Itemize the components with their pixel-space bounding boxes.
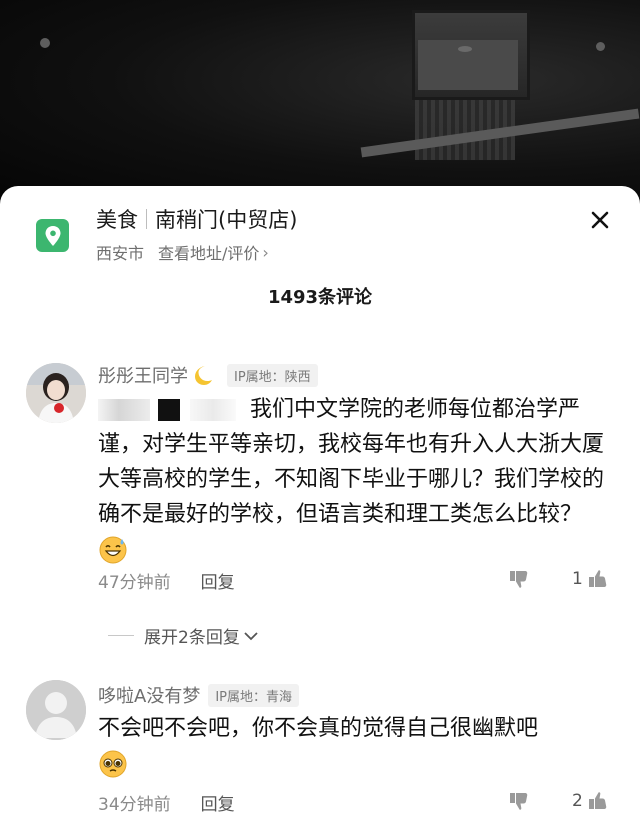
close-button[interactable] [586, 206, 614, 234]
like-count: 2 [572, 791, 583, 811]
chevron-right-icon: › [262, 242, 269, 262]
background-light [458, 46, 472, 52]
comments-panel: 美食 南稍门(中贸店) 西安市 查看地址/评价 › 1493条评论 彤彤王同学 … [0, 186, 640, 838]
redacted-block [158, 399, 180, 421]
store-name: 南稍门(中贸店) [155, 208, 298, 232]
like-button[interactable]: 2 [572, 790, 609, 812]
ip-location-badge: IP属地：陕西 [227, 363, 318, 387]
view-address-link[interactable]: 查看地址/评价 [158, 240, 259, 264]
like-count: 1 [572, 569, 583, 589]
comment-count: 1493条评论 [267, 287, 373, 308]
background-light [596, 42, 605, 51]
moon-icon [195, 366, 212, 385]
comment-header: 哆啦A没有梦 IP属地：青海 [98, 682, 300, 708]
comment-time: 34分钟前 [98, 794, 171, 815]
pleading-emoji-icon [99, 750, 127, 778]
username[interactable]: 彤彤王同学 [98, 362, 188, 388]
store-title[interactable]: 美食 南稍门(中贸店) [96, 203, 297, 235]
avatar[interactable] [26, 680, 86, 740]
video-background [0, 0, 640, 200]
expand-divider-line [108, 635, 134, 636]
chevron-down-icon [244, 631, 258, 640]
like-button[interactable]: 1 [572, 568, 609, 590]
expand-replies-label: 展开2条回复 [144, 628, 240, 648]
thumbs-down-icon[interactable] [508, 790, 530, 812]
close-icon [591, 211, 609, 229]
store-subtitle: 西安市 查看地址/评价 › [96, 240, 269, 264]
reply-button[interactable]: 回复 [201, 790, 235, 815]
thumbs-down-icon[interactable] [508, 568, 530, 590]
comment-time: 47分钟前 [98, 572, 171, 593]
blurred-mention [98, 399, 150, 421]
sweat-smile-emoji-icon [99, 536, 127, 564]
ip-location-badge: IP属地：青海 [208, 683, 300, 707]
background-light [40, 38, 50, 48]
thumbs-up-icon [588, 792, 607, 809]
title-divider [146, 209, 147, 229]
thumbs-up-icon [588, 570, 607, 587]
comment-text: 不会吧不会吧，你不会真的觉得自己很幽默吧 [98, 711, 608, 781]
location-pin-icon[interactable] [36, 219, 69, 252]
comment-header: 彤彤王同学 IP属地：陕西 [98, 362, 318, 388]
comment-text: 我们中文学院的老师每位都治学严谨，对学生平等亲切，我校每年也有升入人大浙大厦大等… [98, 392, 608, 567]
store-category: 美食 [96, 208, 138, 232]
blurred-mention [190, 399, 236, 421]
expand-replies-button[interactable]: 展开2条回复 [108, 623, 259, 648]
comment-meta: 47分钟前 回复 1 [98, 566, 618, 594]
username[interactable]: 哆啦A没有梦 [98, 682, 200, 708]
comment-meta: 34分钟前 回复 2 [98, 788, 618, 816]
avatar[interactable] [26, 363, 86, 423]
store-city: 西安市 [96, 244, 145, 263]
comment-body: 不会吧不会吧，你不会真的觉得自己很幽默吧 [98, 716, 539, 741]
reply-button[interactable]: 回复 [201, 568, 235, 593]
